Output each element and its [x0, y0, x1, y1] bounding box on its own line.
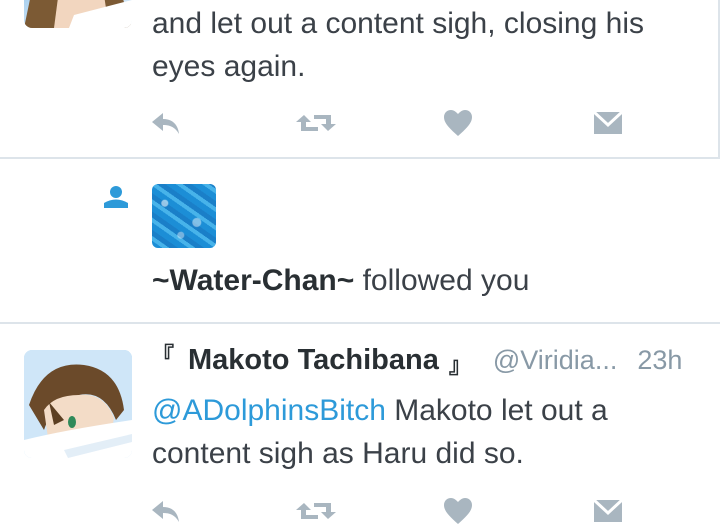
divider [0, 322, 720, 324]
tweet-text: and let out a content sigh, closing his … [152, 7, 644, 83]
name-decoration: 』 [448, 353, 471, 378]
reply-icon[interactable] [150, 108, 182, 138]
display-name[interactable]: Makoto Tachibana [188, 344, 439, 377]
divider [0, 157, 720, 159]
person-icon [104, 184, 128, 208]
tweet-actions [150, 108, 630, 138]
retweet-icon[interactable] [296, 108, 336, 138]
message-icon[interactable] [592, 496, 624, 526]
like-icon[interactable] [442, 496, 474, 526]
follower-name[interactable]: ~Water-Chan~ [152, 264, 354, 297]
follow-action-text: followed you [354, 264, 530, 297]
timestamp[interactable]: 23h [637, 345, 682, 376]
message-icon[interactable] [592, 108, 624, 138]
mention-link[interactable]: @ADolphinsBitch [152, 394, 386, 427]
user-handle[interactable]: @Viridia... [493, 345, 617, 376]
reply-icon[interactable] [150, 496, 182, 526]
retweet-icon[interactable] [296, 496, 336, 526]
avatar[interactable] [24, 350, 132, 458]
tweet-header: 『 Makoto Tachibana 』 @Viridia... 23h [152, 343, 682, 388]
avatar[interactable] [24, 0, 132, 28]
avatar[interactable] [152, 184, 216, 248]
tweet-text: @ADolphinsBitch Makoto let out a content… [152, 389, 672, 475]
name-decoration: 『 [152, 343, 175, 368]
tweet-actions [150, 496, 630, 526]
follow-text: ~Water-Chan~ followed you [152, 258, 529, 304]
like-icon[interactable] [442, 108, 474, 138]
